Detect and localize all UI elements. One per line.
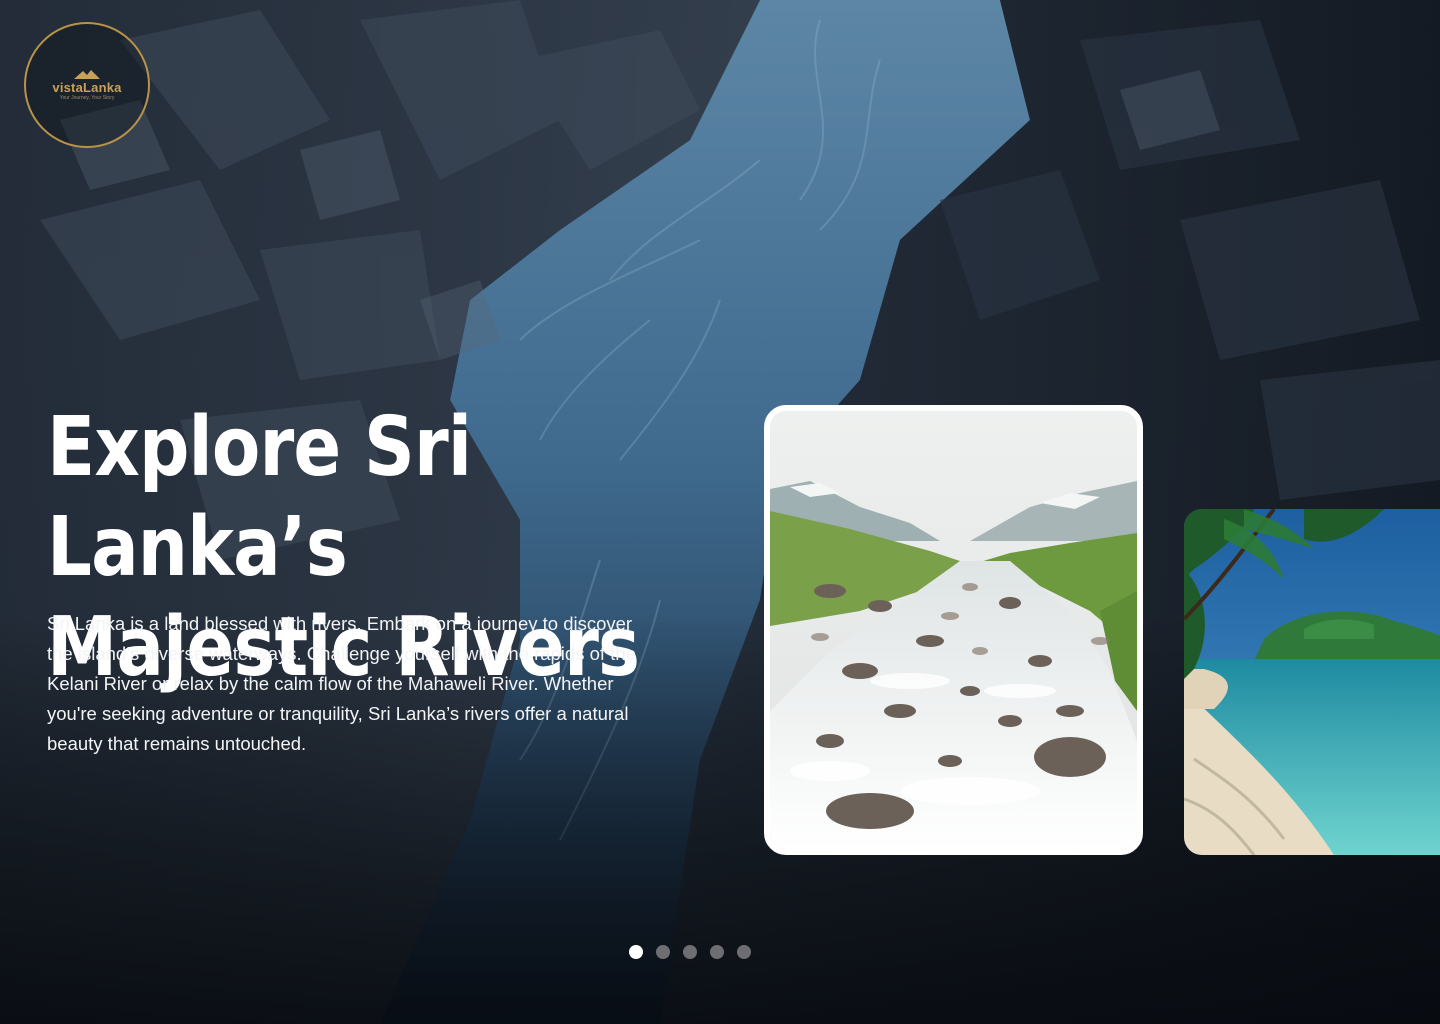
mountain-river-photo (770, 411, 1137, 849)
pagination-dot-2[interactable] (656, 945, 670, 959)
carousel-card-active[interactable] (764, 405, 1143, 855)
pagination-dot-1[interactable] (629, 945, 643, 959)
pagination-dot-4[interactable] (710, 945, 724, 959)
brand-name: vistaLanka (52, 79, 122, 95)
brand-logo[interactable]: vistaLanka Your Journey, Your Story (24, 22, 150, 148)
pagination-dot-5[interactable] (737, 945, 751, 959)
hero-description: Sri Lanka is a land blessed with rivers.… (47, 613, 636, 754)
pagination-dot-3[interactable] (683, 945, 697, 959)
carousel-pagination (629, 945, 751, 960)
hero-section: vistaLanka Your Journey, Your Story Expl… (0, 0, 1440, 1024)
carousel-card-next[interactable] (1184, 509, 1440, 855)
tropical-beach-photo (1184, 509, 1440, 855)
brand-tagline: Your Journey, Your Story (59, 94, 115, 101)
mountain-icon (74, 69, 100, 79)
page-title-line-1: Explore Sri Lanka’s (47, 400, 472, 595)
